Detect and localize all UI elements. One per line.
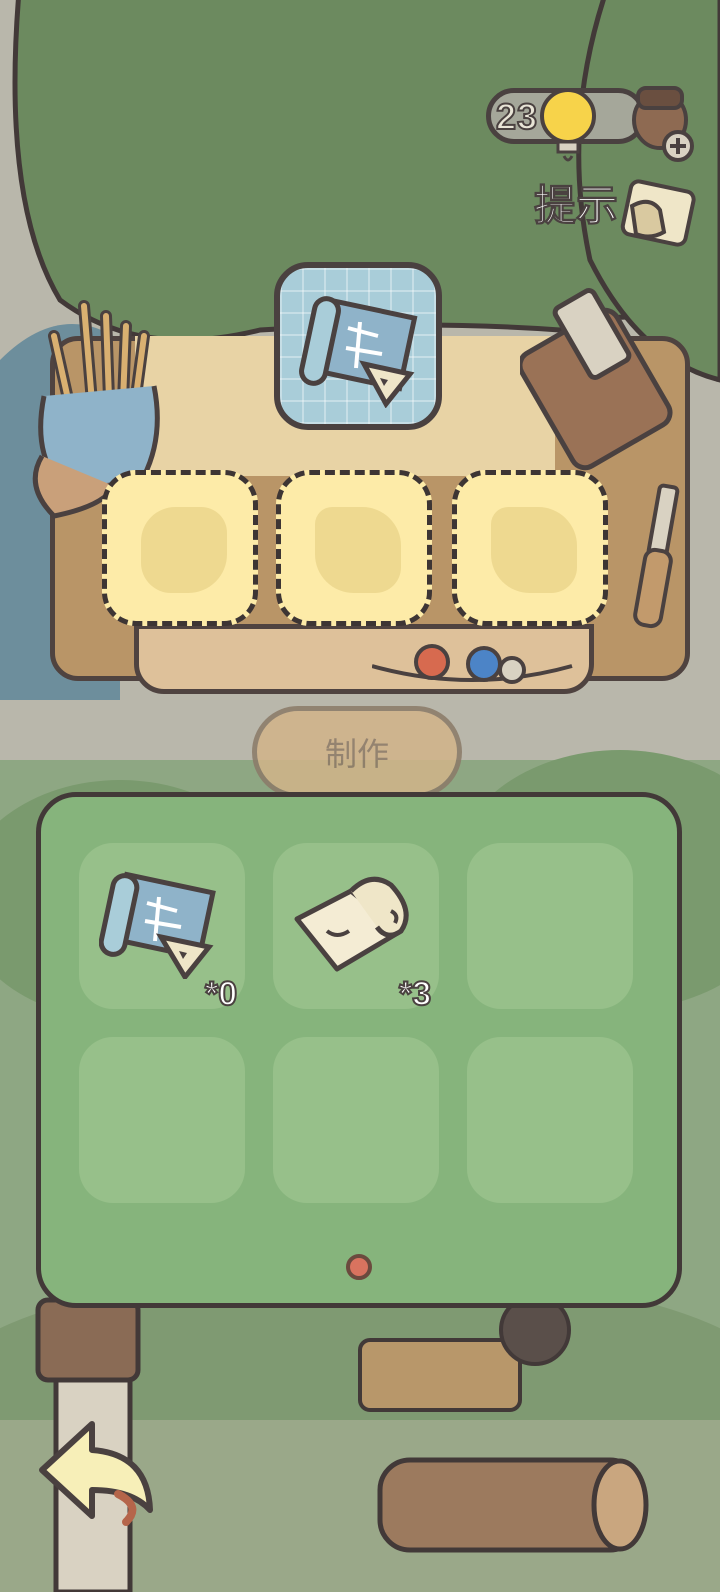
blueprint-scroll-icon [299, 296, 418, 408]
coin-amount: 23 [495, 95, 539, 138]
hint-hand-icon[interactable] [620, 176, 696, 254]
log-decoration [377, 1457, 649, 1553]
inventory-slot-4[interactable] [79, 1037, 245, 1203]
item-count: *3 [398, 974, 432, 1014]
blueprint-scroll-icon [99, 871, 216, 979]
hint-label[interactable]: 提示 [533, 172, 618, 233]
lightbulb-icon[interactable] [536, 86, 600, 166]
material-slot-1[interactable] [102, 470, 258, 626]
inventory-slot-2[interactable]: *3 [273, 843, 439, 1014]
paint-balls-icon [372, 644, 573, 684]
material-silhouette [315, 507, 401, 593]
material-slot-3[interactable] [452, 470, 608, 626]
inventory-slot-5[interactable] [273, 1037, 439, 1203]
inventory-slot-6[interactable] [467, 1037, 633, 1203]
make-button[interactable]: 制作 [252, 706, 462, 798]
inventory-slot-3[interactable] [467, 843, 633, 1009]
page-indicator-dot[interactable] [346, 1254, 372, 1280]
back-arrow-icon[interactable] [22, 1410, 162, 1530]
material-slot-2[interactable] [276, 470, 432, 626]
inventory-panel: *0 *3 [36, 792, 682, 1308]
wood-plane-icon [520, 288, 673, 471]
item-count: *0 [204, 974, 238, 1014]
paper-roll-icon [294, 876, 409, 972]
acorn-add-icon[interactable] [624, 74, 696, 164]
recipe-target-slot[interactable] [274, 262, 442, 430]
material-silhouette [491, 507, 577, 593]
inventory-slot-1[interactable]: *0 [79, 843, 245, 1014]
material-silhouette [141, 507, 227, 593]
chisel-icon [633, 483, 680, 629]
